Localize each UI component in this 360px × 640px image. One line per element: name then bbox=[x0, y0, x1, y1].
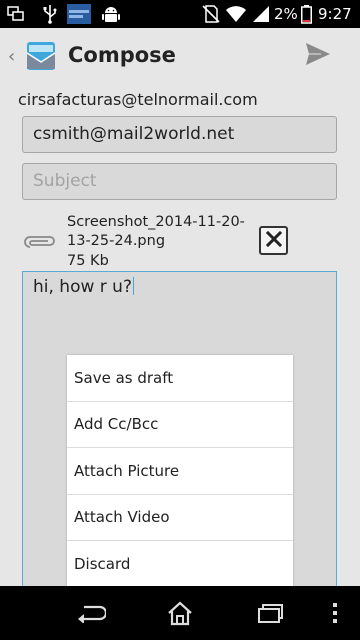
battery-icon bbox=[300, 4, 312, 24]
menu-item-attach-video[interactable]: Attach Video bbox=[67, 495, 293, 541]
up-caret-icon[interactable]: ‹ bbox=[8, 46, 15, 67]
status-bar: 2% 9:27 bbox=[0, 0, 360, 28]
attachment-row: Screenshot_2014-11-20-13-25-24.png 75 Kb bbox=[0, 207, 360, 271]
wifi-icon bbox=[225, 4, 247, 24]
menu-item-save-as-draft[interactable]: Save as draft bbox=[67, 355, 293, 402]
send-icon bbox=[305, 42, 331, 70]
remove-attachment-button[interactable] bbox=[259, 226, 288, 255]
screenshot-icon bbox=[6, 4, 26, 24]
paperclip-icon bbox=[22, 234, 56, 253]
menu-item-discard[interactable]: Discard bbox=[67, 541, 293, 588]
blog-app-icon bbox=[66, 4, 92, 24]
remove-attachment-icon bbox=[265, 230, 282, 251]
overflow-menu: Save as draft Add Cc/Bcc Attach Picture … bbox=[67, 355, 293, 588]
page-title: Compose bbox=[68, 43, 176, 67]
overflow-menu-icon[interactable] bbox=[320, 598, 350, 628]
text-cursor bbox=[132, 277, 134, 295]
send-button[interactable] bbox=[298, 38, 338, 74]
menu-item-add-cc-bcc[interactable]: Add Cc/Bcc bbox=[67, 402, 293, 448]
subject-field[interactable]: Subject bbox=[22, 163, 337, 200]
menu-item-attach-picture[interactable]: Attach Picture bbox=[67, 448, 293, 495]
battery-percent: 2% bbox=[274, 5, 298, 23]
mail-app-icon[interactable] bbox=[24, 39, 58, 73]
android-debug-icon bbox=[98, 4, 124, 24]
attachment-name: Screenshot_2014-11-20-13-25-24.png bbox=[67, 214, 245, 249]
message-body-text: hi, how r u? bbox=[33, 277, 132, 297]
attachment-size: 75 Kb bbox=[67, 253, 109, 269]
home-icon[interactable] bbox=[160, 598, 200, 628]
usb-icon bbox=[40, 4, 60, 24]
to-field[interactable]: csmith@mail2world.net bbox=[22, 116, 337, 153]
signal-icon bbox=[251, 4, 271, 24]
from-address: cirsafacturas@telnormail.com bbox=[18, 90, 258, 109]
navigation-bar bbox=[0, 586, 360, 640]
clock: 9:27 bbox=[318, 5, 352, 23]
back-icon[interactable] bbox=[71, 598, 111, 628]
recent-apps-icon[interactable] bbox=[250, 598, 290, 628]
no-sim-icon bbox=[200, 4, 222, 24]
action-bar: ‹ Compose bbox=[0, 28, 360, 85]
